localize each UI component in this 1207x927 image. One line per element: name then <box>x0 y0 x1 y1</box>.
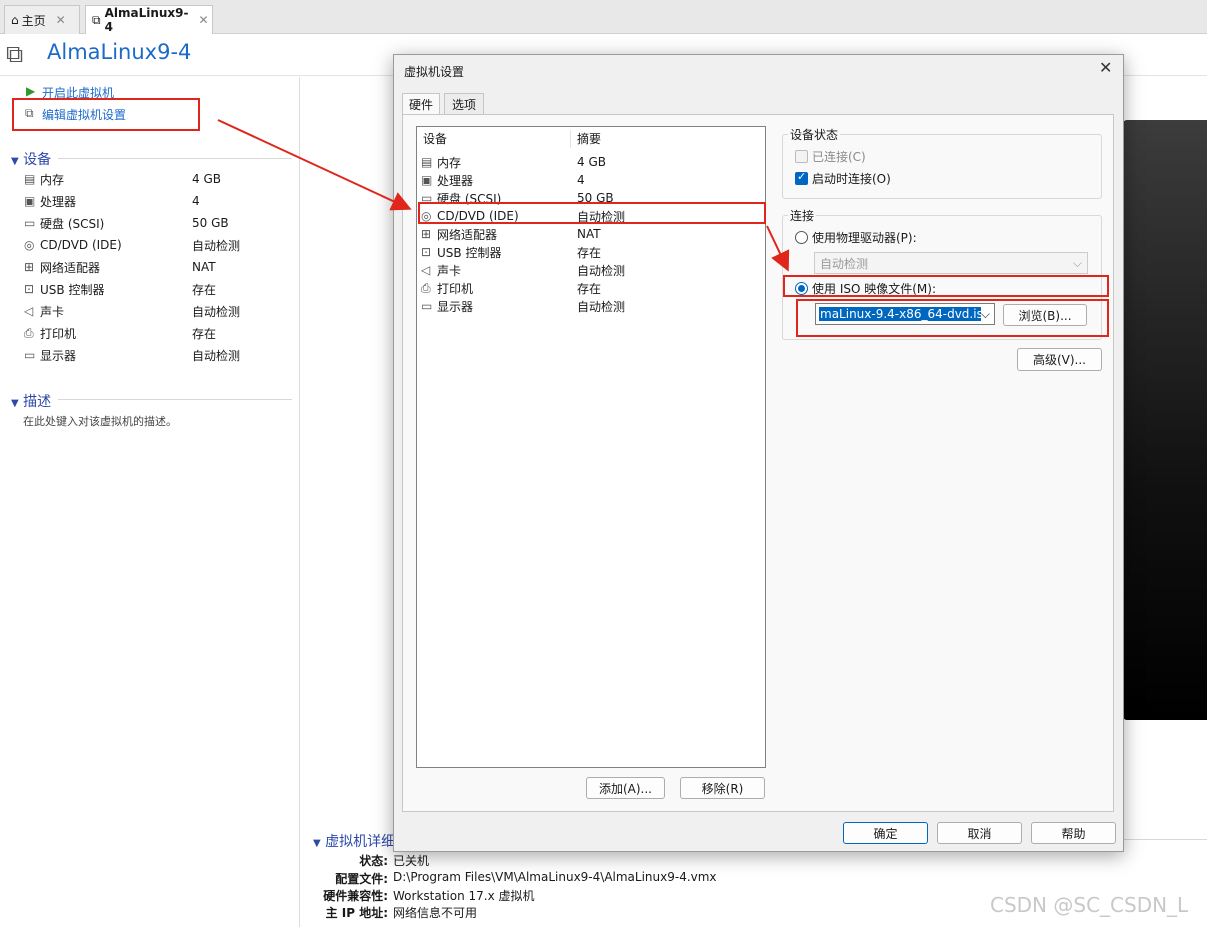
watermark: CSDN @SC_CSDN_L <box>990 893 1189 917</box>
annotation-arrows <box>217 119 790 272</box>
arrow-to-cd-item <box>217 119 412 211</box>
arrow-to-iso-option <box>766 225 790 272</box>
